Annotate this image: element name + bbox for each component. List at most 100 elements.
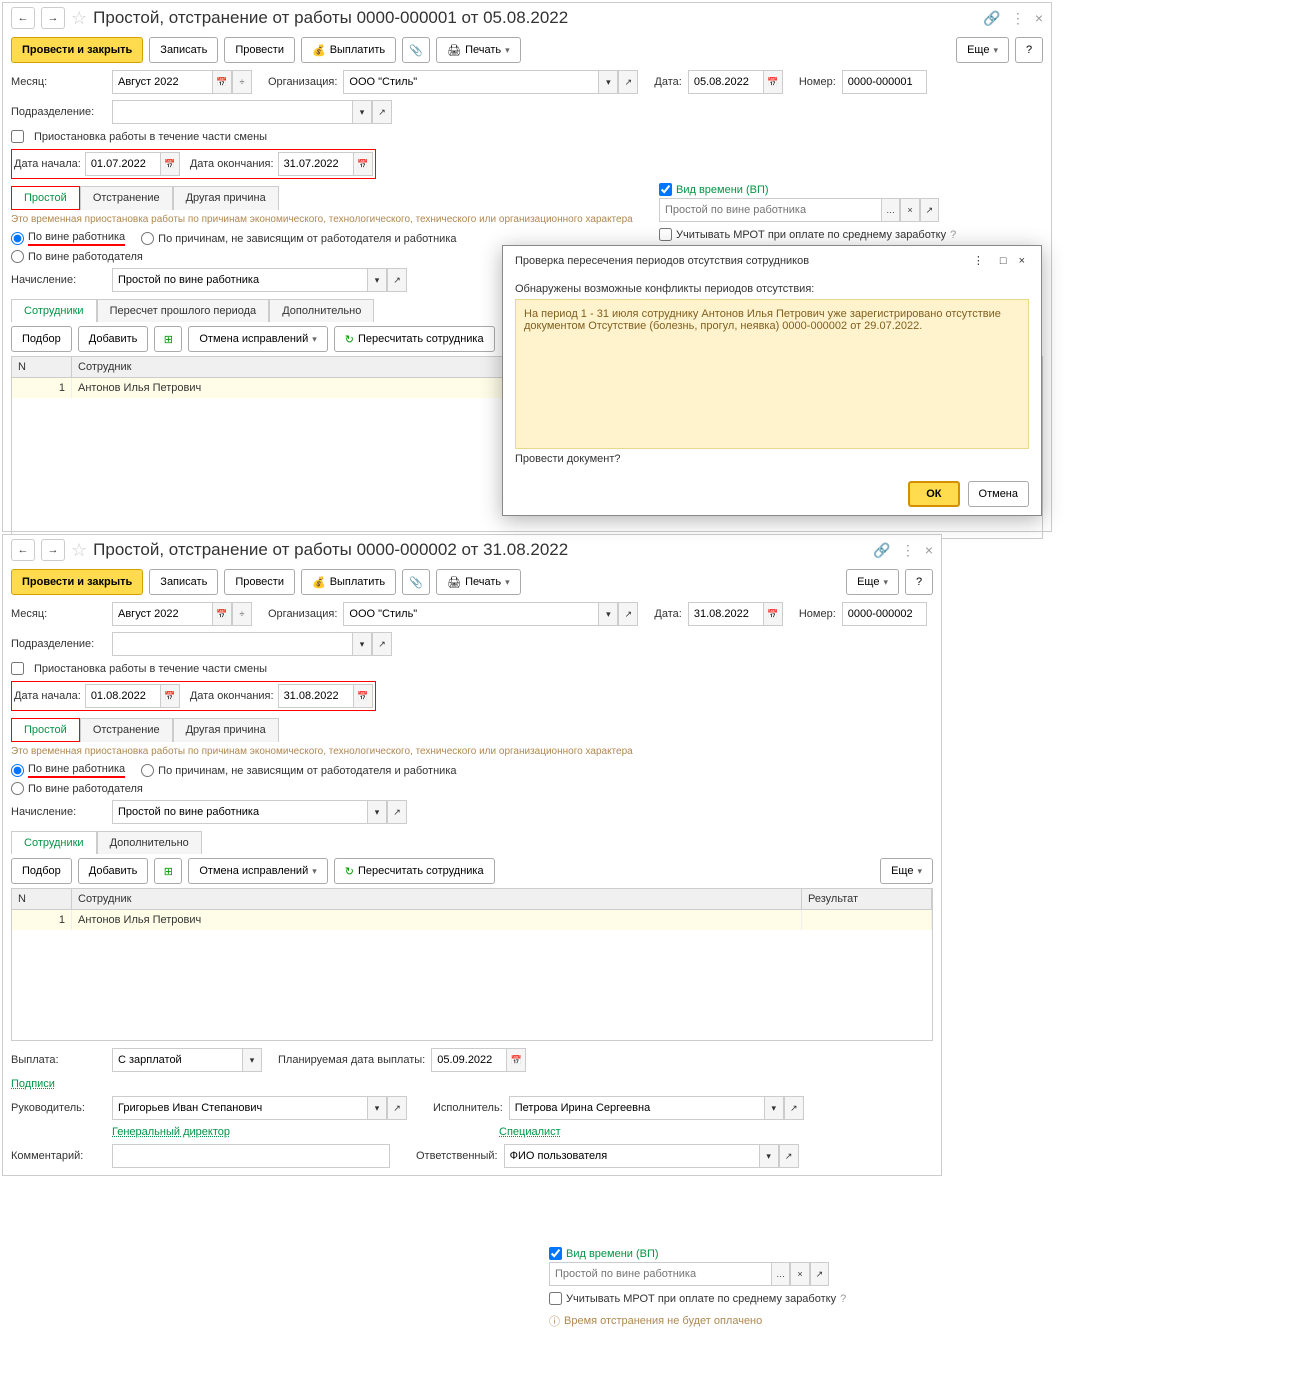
tab-employees[interactable]: Сотрудники [11, 299, 97, 322]
pay-button[interactable]: 💰Выплатить [301, 37, 396, 63]
mrot-checkbox[interactable] [549, 1292, 562, 1305]
open-icon[interactable]: ↗ [779, 1144, 799, 1168]
comment-input[interactable] [112, 1144, 390, 1168]
chevron-down-icon[interactable]: ▾ [352, 632, 372, 656]
calendar-icon[interactable]: 📅 [212, 70, 232, 94]
tab-employees[interactable]: Сотрудники [11, 831, 97, 854]
link-icon[interactable]: 🔗 [983, 10, 1000, 27]
tab-other[interactable]: Другая причина [173, 186, 279, 210]
number-input[interactable] [842, 70, 927, 94]
fault-employee-radio[interactable] [11, 232, 24, 245]
favorite-icon[interactable]: ☆ [71, 8, 87, 29]
help-icon[interactable]: ? [840, 1293, 846, 1305]
chevron-down-icon[interactable]: ▾ [242, 1048, 262, 1072]
suspend-checkbox[interactable] [11, 662, 24, 675]
end-date-input[interactable] [278, 684, 353, 708]
responsible-input[interactable] [504, 1144, 759, 1168]
post-and-close-button[interactable]: Провести и закрыть [11, 569, 143, 595]
help-button[interactable]: ? [1015, 37, 1043, 63]
chevron-down-icon[interactable]: ▾ [367, 268, 387, 292]
tab-other[interactable]: Другая причина [173, 718, 279, 742]
calendar-icon[interactable]: 📅 [506, 1048, 526, 1072]
cancel-fix-button[interactable]: Отмена исправлений [188, 858, 327, 884]
signatures-link[interactable]: Подписи [11, 1078, 55, 1090]
exec-position-link[interactable]: Специалист [499, 1126, 561, 1138]
more-button[interactable]: Еще [846, 569, 899, 595]
menu-icon[interactable]: ⋮ [901, 542, 915, 559]
date-input[interactable] [688, 70, 763, 94]
chevron-down-icon[interactable]: ▾ [352, 100, 372, 124]
ellipsis-icon[interactable]: … [771, 1262, 790, 1286]
save-button[interactable]: Записать [149, 569, 218, 595]
chevron-down-icon[interactable]: ▾ [598, 602, 618, 626]
fault-neither-radio[interactable] [141, 232, 154, 245]
tab-suspension[interactable]: Отстранение [80, 718, 173, 742]
post-button[interactable]: Провести [224, 569, 295, 595]
vp-input[interactable] [549, 1262, 771, 1286]
pay-button[interactable]: 💰Выплатить [301, 569, 396, 595]
add-button[interactable]: Добавить [78, 326, 149, 352]
tab-suspension[interactable]: Отстранение [80, 186, 173, 210]
more-button[interactable]: Еще [880, 858, 933, 884]
select-button[interactable]: Подбор [11, 858, 72, 884]
attach-button[interactable]: 📎 [402, 569, 430, 595]
nav-forward-button[interactable]: → [41, 7, 65, 29]
ok-button[interactable]: ОК [908, 481, 959, 507]
start-date-input[interactable] [85, 152, 160, 176]
start-date-input[interactable] [85, 684, 160, 708]
dept-input[interactable] [112, 100, 352, 124]
open-icon[interactable]: ↗ [618, 70, 638, 94]
chevron-down-icon[interactable]: ▾ [764, 1096, 784, 1120]
number-input[interactable] [842, 602, 927, 626]
calendar-icon[interactable]: 📅 [160, 152, 180, 176]
vp-checkbox[interactable] [659, 183, 672, 196]
suspend-checkbox[interactable] [11, 130, 24, 143]
favorite-icon[interactable]: ☆ [71, 540, 87, 561]
clear-icon[interactable]: × [790, 1262, 809, 1286]
tab-additional[interactable]: Дополнительно [97, 831, 202, 854]
help-button[interactable]: ? [905, 569, 933, 595]
tab-simple[interactable]: Простой [11, 186, 80, 210]
dept-input[interactable] [112, 632, 352, 656]
nav-forward-button[interactable]: → [41, 539, 65, 561]
calendar-icon[interactable]: 📅 [763, 70, 783, 94]
vp-checkbox[interactable] [549, 1247, 562, 1260]
end-date-input[interactable] [278, 152, 353, 176]
head-input[interactable] [112, 1096, 367, 1120]
date-input[interactable] [688, 602, 763, 626]
head-position-link[interactable]: Генеральный директор [112, 1126, 387, 1138]
fault-employee-radio[interactable] [11, 764, 24, 777]
calendar-icon[interactable]: 📅 [763, 602, 783, 626]
open-icon[interactable]: ↗ [387, 268, 407, 292]
print-button[interactable]: 🖨Печать [436, 37, 521, 63]
fill-button[interactable]: ⊞ [154, 326, 182, 352]
fault-neither-radio[interactable] [141, 764, 154, 777]
chevron-down-icon[interactable]: ▾ [367, 800, 387, 824]
month-input[interactable] [112, 70, 212, 94]
tab-recalc[interactable]: Пересчет прошлого периода [97, 299, 270, 322]
org-input[interactable] [343, 602, 598, 626]
save-button[interactable]: Записать [149, 37, 218, 63]
calendar-icon[interactable]: 📅 [353, 152, 373, 176]
attach-button[interactable]: 📎 [402, 37, 430, 63]
vp-input[interactable] [659, 198, 881, 222]
mrot-checkbox[interactable] [659, 228, 672, 241]
fault-employer-radio[interactable] [11, 250, 24, 263]
stepper-icon[interactable]: ÷ [232, 602, 252, 626]
more-button[interactable]: Еще [956, 37, 1009, 63]
tab-additional[interactable]: Дополнительно [269, 299, 374, 322]
cancel-button[interactable]: Отмена [968, 481, 1029, 507]
close-icon[interactable]: × [1019, 255, 1025, 267]
open-icon[interactable]: ↗ [810, 1262, 829, 1286]
accrual-input[interactable] [112, 800, 367, 824]
org-input[interactable] [343, 70, 598, 94]
fill-button[interactable]: ⊞ [154, 858, 182, 884]
help-icon[interactable]: ? [950, 229, 956, 241]
open-icon[interactable]: ↗ [387, 1096, 407, 1120]
post-button[interactable]: Провести [224, 37, 295, 63]
chevron-down-icon[interactable]: ▾ [367, 1096, 387, 1120]
post-and-close-button[interactable]: Провести и закрыть [11, 37, 143, 63]
select-button[interactable]: Подбор [11, 326, 72, 352]
ellipsis-icon[interactable]: … [881, 198, 900, 222]
stepper-icon[interactable]: ÷ [232, 70, 252, 94]
